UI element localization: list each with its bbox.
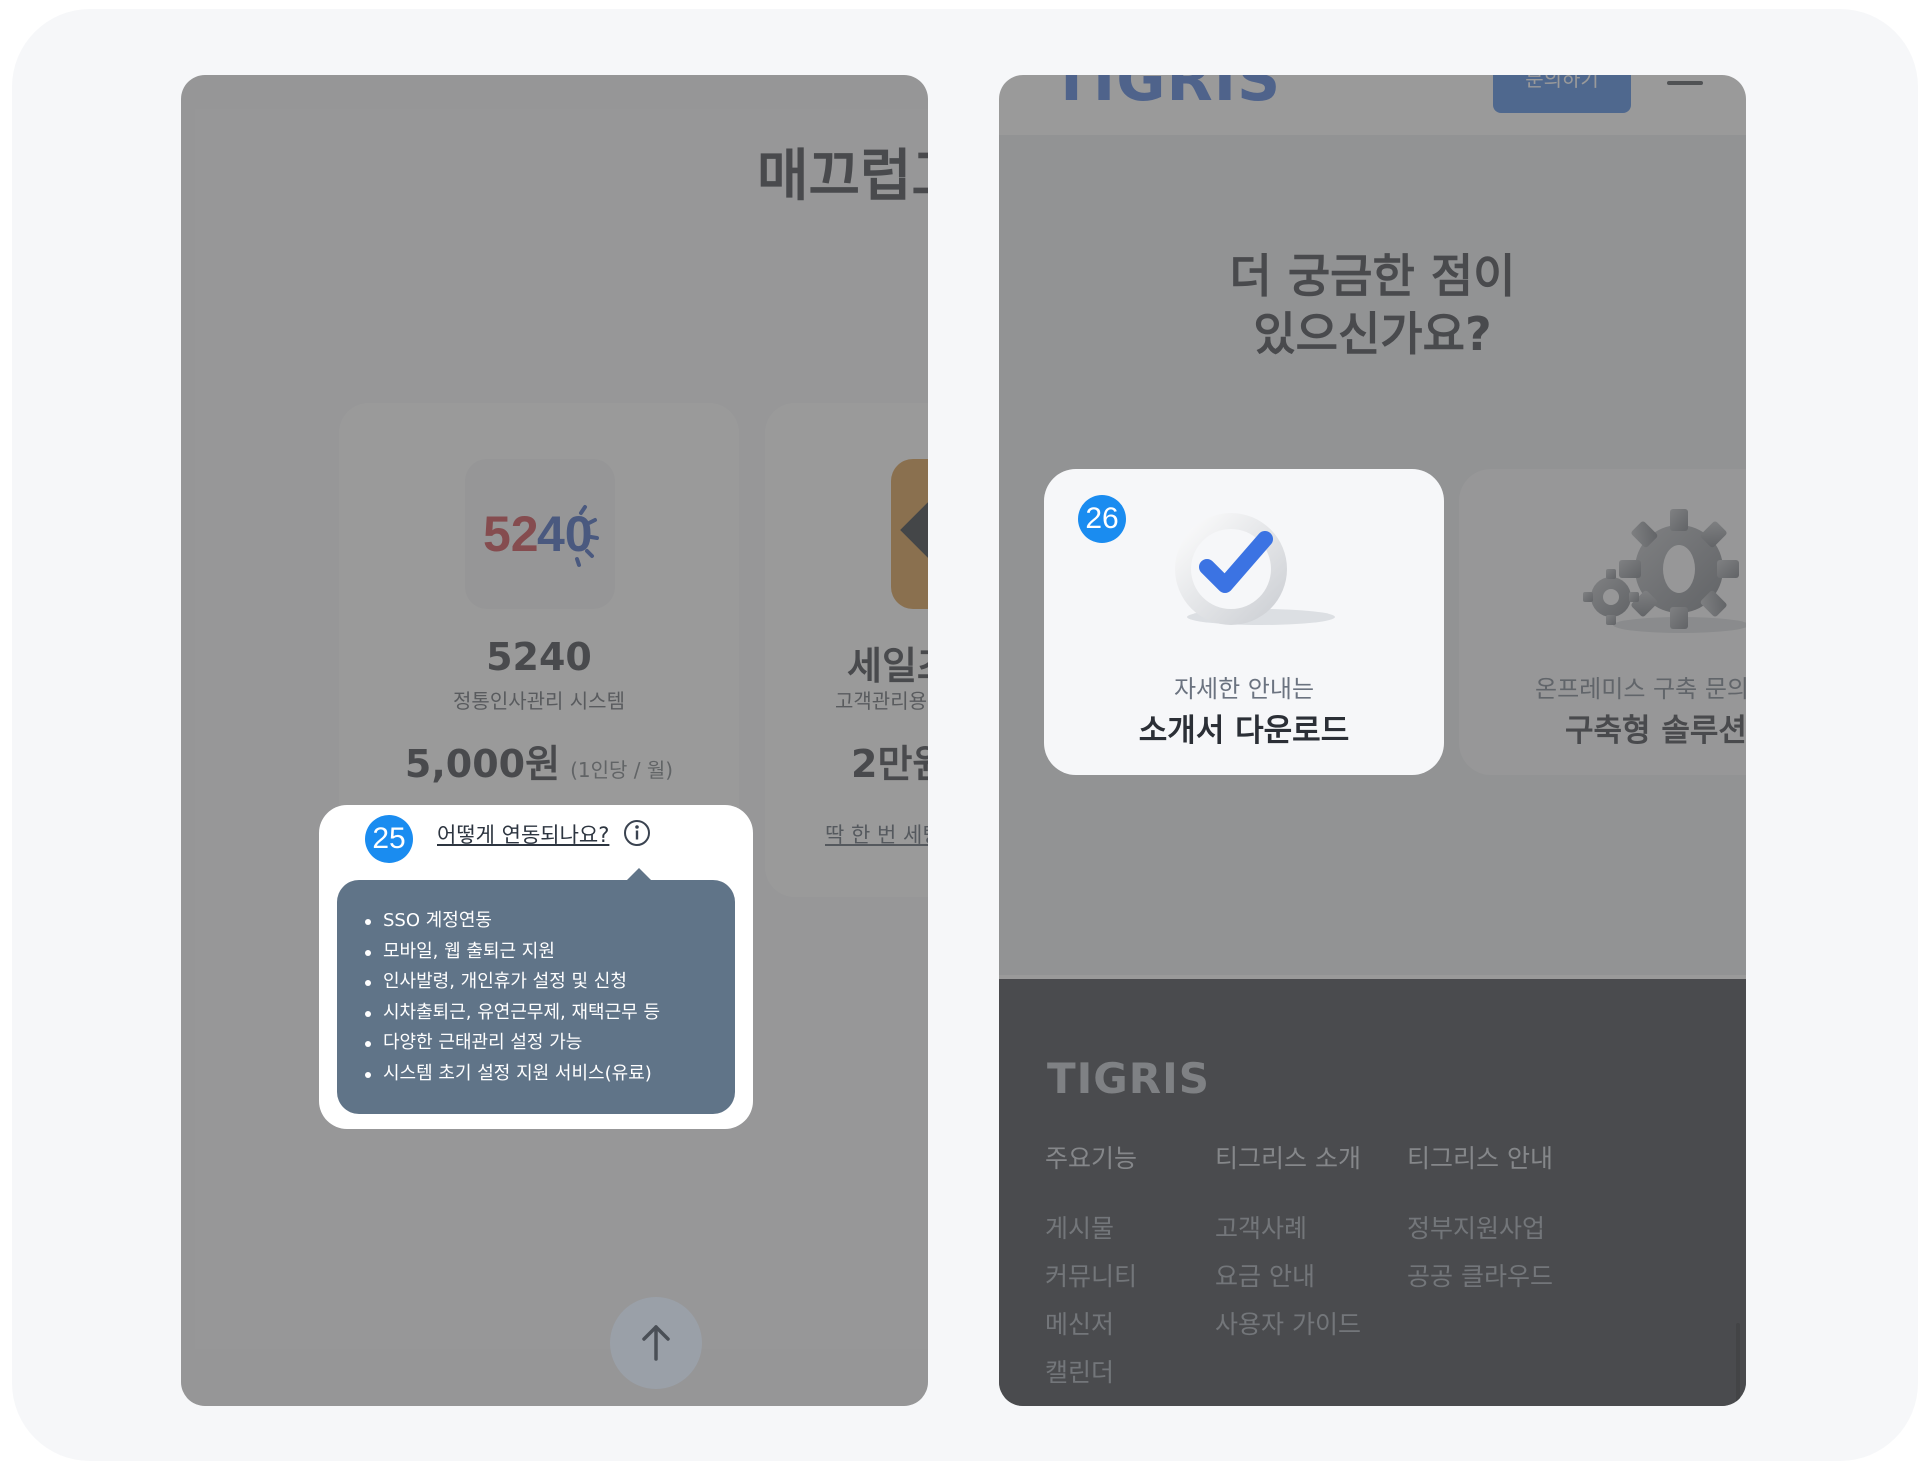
- step-badge: 25: [365, 815, 413, 863]
- 5240-logo-icon: 52 40: [483, 505, 599, 567]
- feature-item: 모바일, 웹 출퇴근 지원: [365, 937, 713, 968]
- scrollbar[interactable]: [1736, 1323, 1740, 1406]
- info-icon[interactable]: [623, 819, 651, 847]
- footer-heading: 주요기능: [1045, 1144, 1138, 1173]
- price-amount: 5,000원: [404, 742, 561, 786]
- integration-highlight: 25 어떻게 연동되나요? SSO 계정연동 모바일, 웹 출퇴근 지원 인사발…: [319, 805, 753, 1129]
- product-logo-5240: 52 40: [465, 459, 615, 609]
- footer-column-features: 주요기능 게시물 커뮤니티 메신저 캘린더: [1045, 1139, 1137, 1397]
- feature-item: 다양한 근태관리 설정 가능: [365, 1028, 713, 1059]
- feature-item: 시스템 초기 설정 지원 서비스(유료): [365, 1059, 713, 1090]
- heading-line-1: 더 궁금한 점이: [1229, 249, 1516, 303]
- site-footer: TIGRIS 주요기능 게시물 커뮤니티 메신저 캘린더 티그리스 소개 고객사…: [999, 979, 1746, 1406]
- footer-logo[interactable]: TIGRIS: [1047, 1054, 1210, 1103]
- footer-link[interactable]: 커뮤니티: [1045, 1253, 1137, 1301]
- menu-icon[interactable]: [1667, 75, 1703, 93]
- setup-link[interactable]: 딱 한 번 세팅: [825, 819, 928, 849]
- svg-text:52: 52: [483, 506, 539, 562]
- product-description: 고객관리용: [835, 689, 927, 713]
- header-logo[interactable]: TIGRIS: [1051, 75, 1281, 115]
- feature-item: SSO 계정연동: [365, 906, 713, 937]
- heading-line-2: 있으신가요?: [1253, 307, 1492, 361]
- product-price: 2만원: [851, 733, 928, 788]
- integration-tooltip: SSO 계정연동 모바일, 웹 출퇴근 지원 인사발령, 개인휴가 설정 및 신…: [337, 868, 735, 1114]
- contact-button[interactable]: 문의하기: [1493, 75, 1631, 113]
- footer-link[interactable]: 메신저: [1045, 1301, 1137, 1349]
- footer-link[interactable]: 사용자 가이드: [1215, 1301, 1361, 1349]
- product-logo-sales: [891, 459, 928, 609]
- onpremise-card[interactable]: 온프레미스 구축 문의 구축형 솔루션: [1459, 469, 1746, 775]
- top-header: TIGRIS 문의하기: [999, 75, 1746, 135]
- footer-link[interactable]: 캘린더: [1045, 1349, 1137, 1397]
- product-card-sales[interactable]: 세일즈 고객관리용 2만원 딱 한 번 세팅: [765, 403, 928, 897]
- footer-column-about: 티그리스 소개 고객사례 요금 안내 사용자 가이드: [1215, 1139, 1361, 1349]
- card-subtitle: 자세한 안내는: [1173, 675, 1315, 703]
- feature-item: 시차출퇴근, 유연근무제, 재택근무 등: [365, 998, 713, 1029]
- product-price: 5,000원 (1인당 / 월): [339, 733, 739, 788]
- brochure-download-card[interactable]: 26 자세한 안내는 소개서 다운로드: [1044, 469, 1444, 775]
- card-title: 소개서 다운로드: [1138, 713, 1350, 749]
- product-name: 5240: [486, 635, 592, 679]
- footer-heading: 티그리스 소개: [1215, 1144, 1361, 1173]
- footer-link[interactable]: 요금 안내: [1215, 1253, 1361, 1301]
- diamond-icon: [900, 486, 928, 574]
- check-icon: [1175, 513, 1335, 625]
- gear-icon: [1583, 509, 1746, 633]
- footer-heading: 티그리스 안내: [1407, 1144, 1553, 1173]
- footer-link[interactable]: 공공 클라우드: [1407, 1253, 1553, 1301]
- feature-list: SSO 계정연동 모바일, 웹 출퇴근 지원 인사발령, 개인휴가 설정 및 신…: [365, 906, 713, 1089]
- price-amount: 2만원: [851, 742, 928, 786]
- footer-column-info: 티그리스 안내 정부지원사업 공공 클라우드: [1407, 1139, 1553, 1301]
- card-title: 구축형 솔루션: [1565, 713, 1746, 749]
- section-title: 매끄럽고: [757, 144, 928, 209]
- section-heading: 더 궁금한 점이 있으신가요?: [999, 247, 1746, 363]
- integration-link[interactable]: 어떻게 연동되나요?: [437, 819, 609, 849]
- footer-link[interactable]: 정부지원사업: [1407, 1205, 1553, 1253]
- svg-text:40: 40: [537, 506, 593, 562]
- product-name: 세일즈: [847, 644, 928, 688]
- card-subtitle: 온프레미스 구축 문의: [1535, 675, 1746, 703]
- footer-link[interactable]: 고객사례: [1215, 1205, 1361, 1253]
- scroll-to-top-button[interactable]: [610, 1297, 702, 1389]
- product-description: 정통인사관리 시스템: [453, 689, 625, 713]
- pricing-panel: 매끄럽고 52 40 5240 정통인사관리 시스템 5,000원 (1인당 / …: [181, 75, 928, 1406]
- footer-link[interactable]: 게시물: [1045, 1205, 1137, 1253]
- arrow-up-icon: [642, 1325, 670, 1361]
- step-badge: 26: [1078, 495, 1126, 543]
- feature-item: 인사발령, 개인휴가 설정 및 신청: [365, 967, 713, 998]
- price-unit: (1인당 / 월): [570, 758, 674, 782]
